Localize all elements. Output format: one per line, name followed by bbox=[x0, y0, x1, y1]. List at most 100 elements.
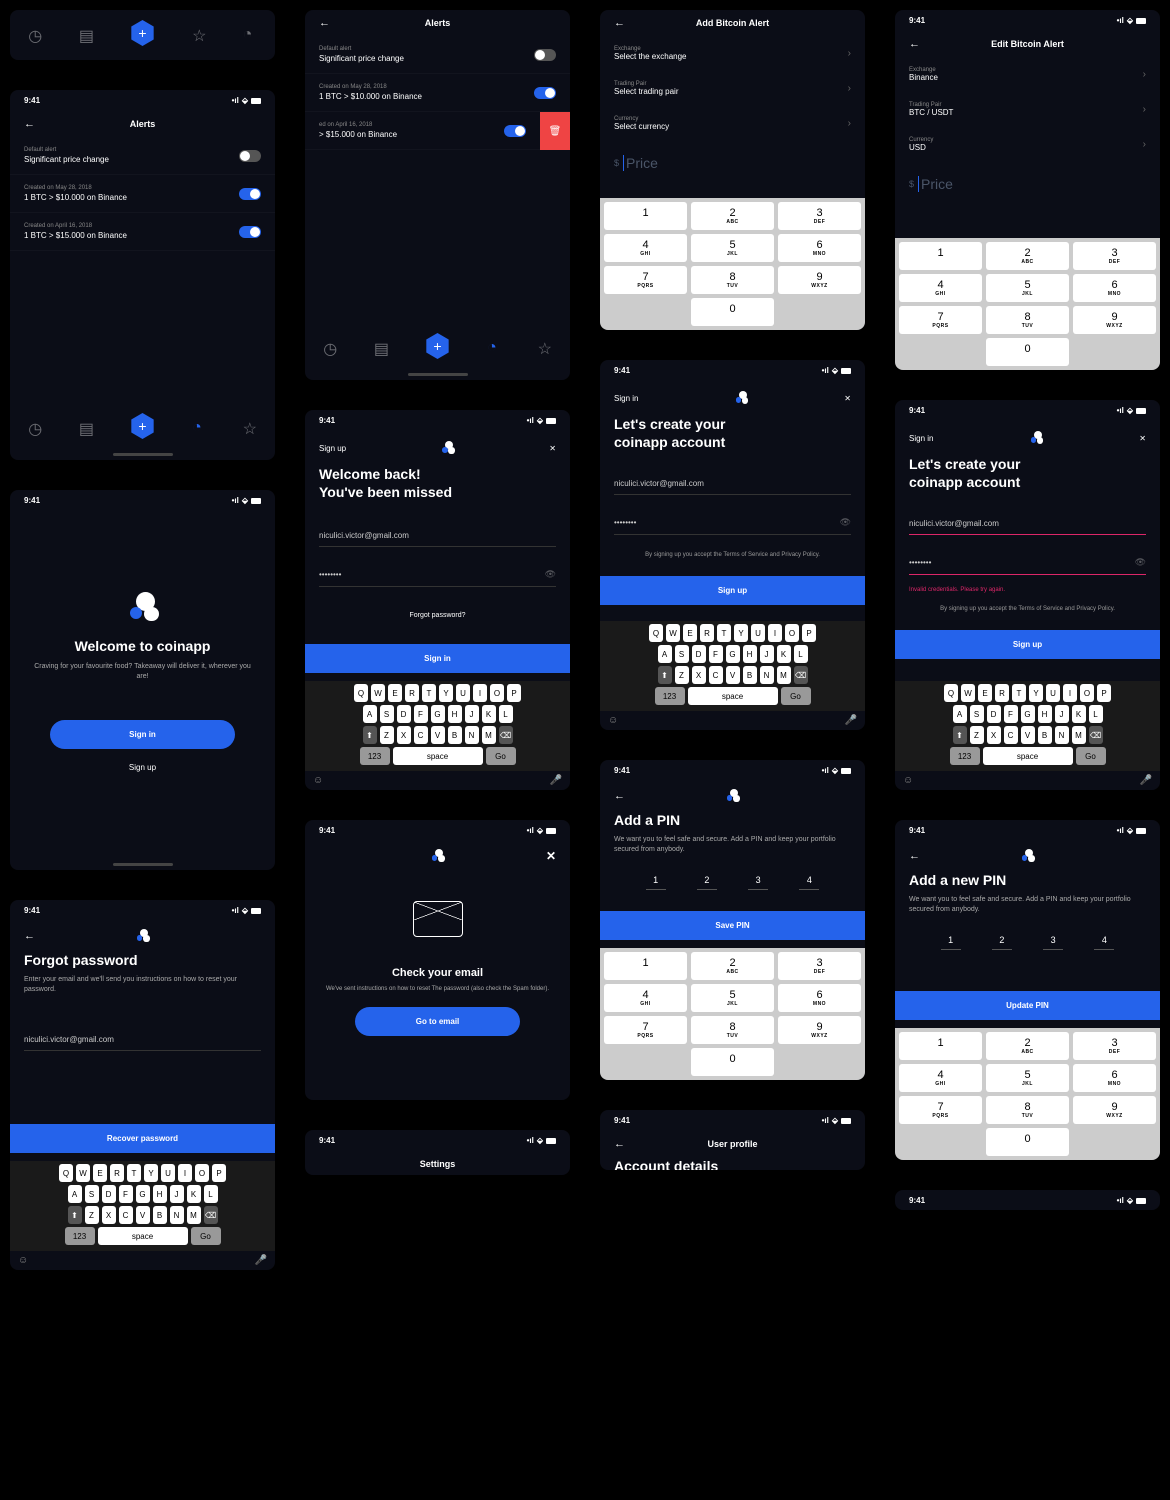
pin-input[interactable]: 1234 bbox=[895, 921, 1160, 960]
numpad[interactable]: 1 2ABC3DEF4GHI5JKL6MNO7PQRS8TUV9WXYZ0 bbox=[895, 238, 1160, 370]
nav-icon[interactable]: ▤ bbox=[79, 419, 93, 433]
keyboard[interactable]: QWERTYUIOPASDFGHJKL ⬆ZXCVBNM⌫ 123spaceGo bbox=[895, 681, 1160, 771]
numkey-7[interactable]: 7PQRS bbox=[899, 306, 982, 334]
pin-input[interactable]: 1234 bbox=[600, 861, 865, 900]
numkey-2[interactable]: 2ABC bbox=[986, 1032, 1069, 1060]
back-button[interactable]: ← bbox=[614, 17, 625, 29]
numkey-8[interactable]: 8TUV bbox=[691, 1016, 774, 1044]
toggle[interactable] bbox=[239, 150, 261, 162]
currency-select[interactable]: CurrencyUSD› bbox=[895, 127, 1160, 162]
key-t[interactable]: T bbox=[1012, 684, 1026, 702]
toggle[interactable] bbox=[534, 49, 556, 61]
key-h[interactable]: H bbox=[743, 645, 757, 663]
key-i[interactable]: I bbox=[473, 684, 487, 702]
key-m[interactable]: M bbox=[482, 726, 496, 744]
key-w[interactable]: W bbox=[666, 624, 680, 642]
password-input[interactable]: ••••••••👁 bbox=[909, 551, 1146, 575]
numkey-4[interactable]: 4GHI bbox=[604, 984, 687, 1012]
close-button[interactable]: ✕ bbox=[546, 849, 556, 863]
numkey-1[interactable]: 1 bbox=[899, 1032, 982, 1060]
nav-icon-active[interactable]: ◔ bbox=[192, 419, 206, 433]
backspace-key[interactable]: ⌫ bbox=[204, 1206, 218, 1224]
mic-key[interactable]: 🎤 bbox=[255, 1255, 267, 1266]
numkey-9[interactable]: 9WXYZ bbox=[1073, 306, 1156, 334]
numkey-6[interactable]: 6MNO bbox=[1073, 1064, 1156, 1092]
key-o[interactable]: O bbox=[490, 684, 504, 702]
nav-icon-active[interactable]: ◔ bbox=[487, 339, 501, 353]
key-p[interactable]: P bbox=[802, 624, 816, 642]
key-m[interactable]: M bbox=[1072, 726, 1086, 744]
key-c[interactable]: C bbox=[1004, 726, 1018, 744]
key-s[interactable]: S bbox=[970, 705, 984, 723]
numpad[interactable]: 1 2ABC3DEF4GHI5JKL6MNO7PQRS8TUV9WXYZ0 bbox=[600, 948, 865, 1080]
key-w[interactable]: W bbox=[76, 1164, 90, 1182]
key-g[interactable]: G bbox=[431, 705, 445, 723]
key-h[interactable]: H bbox=[153, 1185, 167, 1203]
numkey-9[interactable]: 9WXYZ bbox=[778, 1016, 861, 1044]
numkey-3[interactable]: 3DEF bbox=[1073, 242, 1156, 270]
key-p[interactable]: P bbox=[212, 1164, 226, 1182]
key-j[interactable]: J bbox=[465, 705, 479, 723]
toggle[interactable] bbox=[239, 226, 261, 238]
numkey-2[interactable]: 2ABC bbox=[986, 242, 1069, 270]
key-v[interactable]: V bbox=[136, 1206, 150, 1224]
nav-icon[interactable]: ◷ bbox=[323, 339, 337, 353]
back-button[interactable]: ← bbox=[24, 930, 35, 942]
key-o[interactable]: O bbox=[785, 624, 799, 642]
delete-button[interactable]: 🗑 bbox=[540, 112, 570, 150]
key-k[interactable]: K bbox=[187, 1185, 201, 1203]
key-q[interactable]: Q bbox=[354, 684, 368, 702]
key-r[interactable]: R bbox=[405, 684, 419, 702]
numkey-9[interactable]: 9WXYZ bbox=[1073, 1096, 1156, 1124]
signup-button[interactable]: Sign up bbox=[895, 630, 1160, 659]
key-p[interactable]: P bbox=[507, 684, 521, 702]
key-r[interactable]: R bbox=[995, 684, 1009, 702]
shift-key[interactable]: ⬆ bbox=[68, 1206, 82, 1224]
alert-item[interactable]: Created on May 28, 20181 BTC > $10.000 o… bbox=[10, 175, 275, 213]
header-link[interactable]: Sign in bbox=[614, 394, 638, 403]
key-r[interactable]: R bbox=[110, 1164, 124, 1182]
key-w[interactable]: W bbox=[371, 684, 385, 702]
key-m[interactable]: M bbox=[187, 1206, 201, 1224]
key-j[interactable]: J bbox=[760, 645, 774, 663]
key-j[interactable]: J bbox=[1055, 705, 1069, 723]
numkey-6[interactable]: 6MNO bbox=[1073, 274, 1156, 302]
go-key[interactable]: Go bbox=[191, 1227, 221, 1245]
key-d[interactable]: D bbox=[692, 645, 706, 663]
email-input[interactable]: niculici.victor@gmail.com bbox=[24, 1029, 261, 1051]
numkey-3[interactable]: 3DEF bbox=[1073, 1032, 1156, 1060]
key-e[interactable]: E bbox=[93, 1164, 107, 1182]
key-f[interactable]: F bbox=[119, 1185, 133, 1203]
numkey-5[interactable]: 5JKL bbox=[986, 1064, 1069, 1092]
key-g[interactable]: G bbox=[726, 645, 740, 663]
numkey-4[interactable]: 4GHI bbox=[899, 1064, 982, 1092]
key-a[interactable]: A bbox=[953, 705, 967, 723]
numkey-7[interactable]: 7PQRS bbox=[604, 266, 687, 294]
eye-icon[interactable]: 👁 bbox=[545, 569, 556, 580]
email-input[interactable]: niculici.victor@gmail.com bbox=[614, 473, 851, 495]
numkey-0[interactable]: 0 bbox=[691, 1048, 774, 1076]
numkey-7[interactable]: 7PQRS bbox=[604, 1016, 687, 1044]
key-s[interactable]: S bbox=[85, 1185, 99, 1203]
numkey-0[interactable]: 0 bbox=[986, 1128, 1069, 1156]
key-d[interactable]: D bbox=[397, 705, 411, 723]
key-s[interactable]: S bbox=[675, 645, 689, 663]
key-c[interactable]: C bbox=[709, 666, 723, 684]
nav-icon[interactable]: ☆ bbox=[538, 339, 552, 353]
numkey-5[interactable]: 5JKL bbox=[986, 274, 1069, 302]
key-h[interactable]: H bbox=[1038, 705, 1052, 723]
back-button[interactable]: ← bbox=[614, 790, 625, 802]
header-link[interactable]: Sign in bbox=[909, 434, 933, 443]
eye-icon[interactable]: 👁 bbox=[840, 517, 851, 528]
key-k[interactable]: K bbox=[777, 645, 791, 663]
nav-icon[interactable]: ◷ bbox=[28, 419, 42, 433]
numkey-1[interactable]: 1 bbox=[604, 202, 687, 230]
key-g[interactable]: G bbox=[136, 1185, 150, 1203]
exchange-select[interactable]: ExchangeBinance› bbox=[895, 57, 1160, 92]
key-z[interactable]: Z bbox=[380, 726, 394, 744]
key-u[interactable]: U bbox=[1046, 684, 1060, 702]
key-a[interactable]: A bbox=[658, 645, 672, 663]
numkey-6[interactable]: 6MNO bbox=[778, 984, 861, 1012]
key-l[interactable]: L bbox=[204, 1185, 218, 1203]
numkey-8[interactable]: 8TUV bbox=[986, 306, 1069, 334]
